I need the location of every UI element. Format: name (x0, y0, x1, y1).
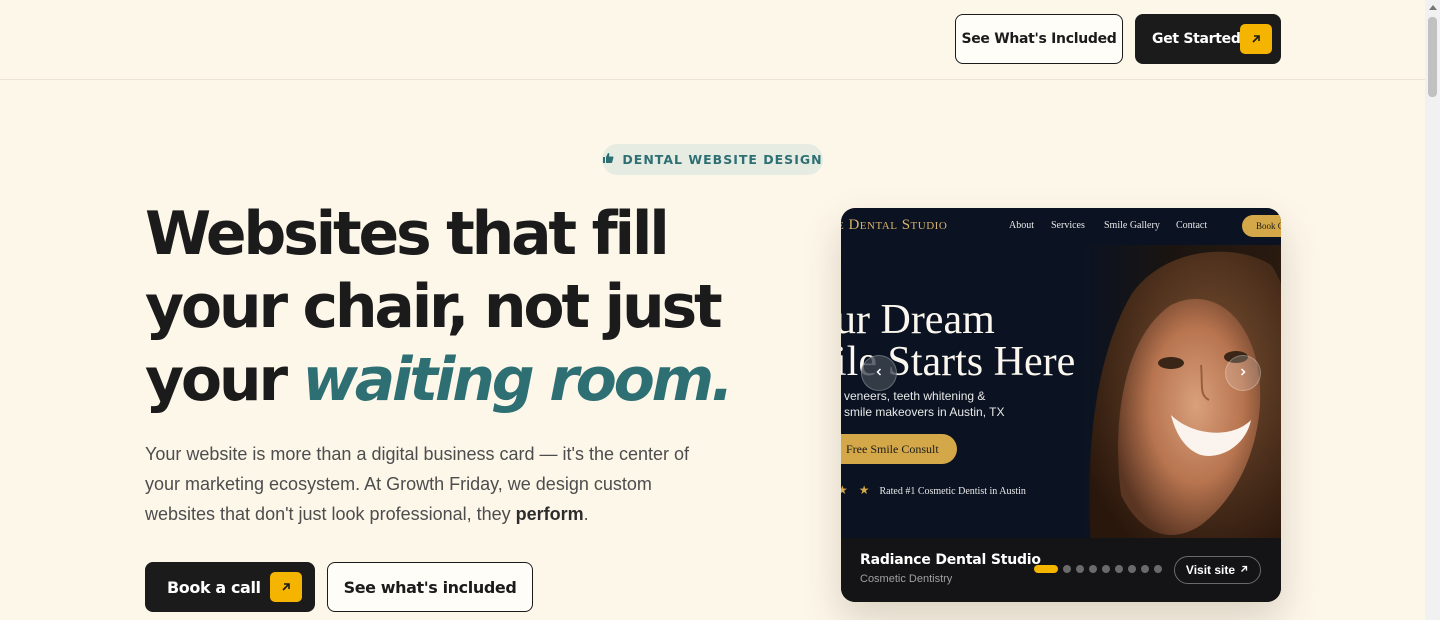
preview-headline-line-1: ur Dream (841, 297, 995, 343)
slide-indicator (1034, 565, 1162, 573)
description-emphasis: perform (515, 504, 584, 524)
scrollbar-thumb[interactable] (1428, 17, 1437, 97)
preview-nav-about: About (1009, 220, 1034, 231)
chevron-right-icon (1238, 365, 1248, 381)
page-scrollbar[interactable] (1425, 0, 1440, 620)
slide-dot-1[interactable] (1034, 565, 1058, 573)
slide-dot-2[interactable] (1063, 565, 1071, 573)
arrow-up-right-icon (1240, 24, 1272, 54)
preview-nav-smile-gallery: Smile Gallery (1104, 220, 1160, 231)
preview-subtext-line-2: smile makeovers in Austin, TX (844, 405, 1005, 419)
preview-subtext: veneers, teeth whitening & smile makeove… (844, 388, 1005, 420)
book-a-call-label: Book a call (167, 577, 261, 597)
preview-nav-services: Services (1051, 220, 1085, 231)
project-subtitle: Cosmetic Dentistry (860, 573, 953, 585)
hero-headline: Websites that fill your chair, not just … (145, 198, 805, 417)
slide-dot-3[interactable] (1076, 565, 1084, 573)
see-whats-included-hero-button[interactable]: See what's included (327, 562, 533, 612)
chevron-left-icon (874, 365, 884, 381)
slide-dot-8[interactable] (1141, 565, 1149, 573)
category-badge: DENTAL WEBSITE DESIGN (602, 144, 823, 175)
get-started-label: Get Started (1152, 31, 1241, 47)
preview-rating-text: Rated #1 Cosmetic Dentist in Austin (879, 486, 1026, 497)
headline-line-1: Websites that fill (145, 199, 670, 269)
visit-site-label: Visit site (1185, 563, 1236, 577)
get-started-button[interactable]: Get Started (1135, 14, 1281, 64)
preview-subtext-line-1: veneers, teeth whitening & (844, 389, 986, 403)
scroll-up-arrow-icon[interactable] (1429, 5, 1437, 10)
slide-dot-9[interactable] (1154, 565, 1162, 573)
headline-line-2: your chair, not just (145, 272, 723, 342)
description-text: Your website is more than a digital busi… (145, 444, 690, 524)
see-whats-included-button[interactable]: See What's Included (955, 14, 1123, 64)
headline-accent: waiting room. (302, 345, 734, 415)
portfolio-preview-card: e Dental Studio About Services Smile Gal… (841, 208, 1281, 602)
slide-dot-5[interactable] (1102, 565, 1110, 573)
arrow-up-right-icon (1239, 563, 1249, 577)
preview-rating: ★ ★ Rated #1 Cosmetic Dentist in Austin (841, 483, 1026, 498)
preview-card-footer: Radiance Dental Studio Cosmetic Dentistr… (841, 538, 1281, 602)
top-navigation: See What's Included Get Started (0, 0, 1425, 80)
arrow-up-right-icon (270, 572, 302, 602)
slide-dot-7[interactable] (1128, 565, 1136, 573)
see-whats-included-label: See What's Included (961, 31, 1117, 47)
headline-line-3: your (145, 345, 303, 415)
previous-slide-button[interactable] (861, 355, 897, 391)
hero-description: Your website is more than a digital busi… (145, 439, 705, 529)
preview-site-brand: e Dental Studio (841, 217, 948, 233)
visit-site-button[interactable]: Visit site (1174, 556, 1261, 584)
badge-label: DENTAL WEBSITE DESIGN (622, 152, 823, 167)
see-whats-included-hero-label: See what's included (343, 577, 517, 597)
preview-nav-contact: Contact (1176, 220, 1208, 231)
book-a-call-button[interactable]: Book a call (145, 562, 315, 612)
star-icon: ★ ★ (841, 483, 874, 497)
preview-consult-button: Free Smile Consult (841, 434, 957, 464)
slide-dot-6[interactable] (1115, 565, 1123, 573)
preview-hero-text: ur Dream ile Starts Here veneers, teeth … (841, 245, 1281, 546)
thumbs-up-icon (602, 152, 614, 167)
preview-book-button: Book C (1242, 215, 1281, 237)
preview-site-nav: e Dental Studio About Services Smile Gal… (841, 208, 1281, 245)
slide-dot-4[interactable] (1089, 565, 1097, 573)
description-end: . (583, 504, 589, 524)
project-title: Radiance Dental Studio (860, 552, 1041, 568)
next-slide-button[interactable] (1225, 355, 1261, 391)
